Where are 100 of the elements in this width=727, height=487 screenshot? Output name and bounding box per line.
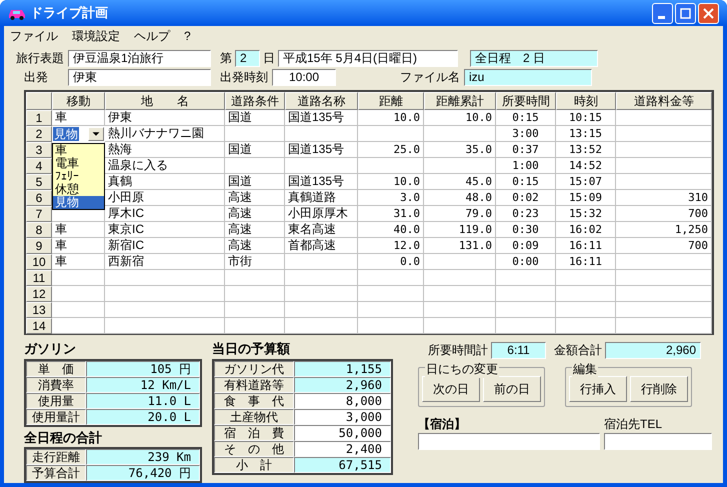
- table-cell: [225, 286, 285, 302]
- column-header[interactable]: 道路料金等: [616, 92, 712, 110]
- menu-item[interactable]: 環境設定: [72, 27, 120, 45]
- row-label: 小 計: [214, 456, 294, 472]
- title-field[interactable]: 伊豆温泉1泊旅行: [68, 50, 211, 66]
- action-button[interactable]: 行挿入: [569, 376, 627, 402]
- table-cell: 0:37: [496, 142, 556, 158]
- row-label: 単 価: [26, 360, 86, 376]
- departure-field[interactable]: 伊東: [68, 68, 211, 86]
- field-label: 日: [263, 50, 275, 67]
- row-value: 20.0 L: [86, 408, 200, 424]
- column-header[interactable]: 移動: [52, 92, 105, 110]
- lodging-tel-field[interactable]: [604, 433, 712, 450]
- row-value: 67,515: [294, 456, 391, 472]
- close-button[interactable]: [698, 2, 719, 24]
- row-number: 9: [26, 238, 52, 254]
- table-cell: 10.0: [358, 174, 424, 190]
- table-cell: [225, 158, 285, 174]
- table-cell: 車: [52, 254, 105, 270]
- row-label: 消費率: [26, 376, 86, 392]
- table-cell: [424, 318, 496, 334]
- maximize-button[interactable]: [675, 2, 696, 24]
- table-cell: 熱川バナナワニ園: [105, 126, 225, 142]
- table-cell: [358, 158, 424, 174]
- table-cell: 79.0: [424, 206, 496, 222]
- duration-total-field[interactable]: 6:11: [491, 342, 546, 358]
- table-cell: 40.0: [358, 222, 424, 238]
- row-label: 食 事 代: [214, 392, 294, 408]
- table-cell: 市街: [225, 254, 285, 270]
- row-label: そ の 他: [214, 440, 294, 456]
- column-header[interactable]: 距離累計: [424, 92, 496, 110]
- table-cell: 国道135号: [285, 142, 358, 158]
- row-number: 11: [26, 270, 52, 286]
- row-value: 3,000: [294, 408, 391, 424]
- table-cell: [424, 270, 496, 286]
- table-cell: 高速: [225, 222, 285, 238]
- row-label: 予算合計: [26, 465, 86, 481]
- amount-total-field[interactable]: 2,960: [605, 342, 701, 358]
- menu-item[interactable]: ファイル: [10, 27, 58, 45]
- table-cell: [225, 318, 285, 334]
- total-days-field[interactable]: 全日程 2 日: [470, 50, 598, 66]
- table-cell: [358, 286, 424, 302]
- table-cell: [496, 302, 556, 318]
- row-value: 76,420 円: [86, 465, 200, 481]
- lodging-field[interactable]: [418, 433, 600, 450]
- table-cell: [358, 318, 424, 334]
- table-cell: 10.0: [424, 110, 496, 126]
- row-number: 4: [26, 158, 52, 174]
- table-cell: [556, 286, 616, 302]
- row-value: 50,000: [294, 424, 391, 440]
- action-button[interactable]: 前の日: [483, 376, 541, 402]
- table-cell: 0:15: [496, 174, 556, 190]
- minimize-button[interactable]: [652, 2, 673, 24]
- action-button[interactable]: 次の日: [422, 376, 480, 402]
- column-header[interactable]: 時刻: [556, 92, 616, 110]
- table-cell: [556, 302, 616, 318]
- table-cell: [496, 286, 556, 302]
- column-header[interactable]: 道路条件: [225, 92, 285, 110]
- table-cell: 16:11: [556, 238, 616, 254]
- table-cell: 16:11: [556, 254, 616, 270]
- date-field[interactable]: 平成15年 5月4日(日曜日): [278, 50, 458, 66]
- dropdown-option[interactable]: 車: [53, 144, 104, 157]
- column-header[interactable]: 道路名称: [285, 92, 358, 110]
- table-cell: [424, 302, 496, 318]
- column-header[interactable]: 所要時間: [496, 92, 556, 110]
- table-cell: 45.0: [424, 174, 496, 190]
- table-cell: 13:52: [556, 142, 616, 158]
- table-cell: [225, 270, 285, 286]
- table-cell: 15:32: [556, 206, 616, 222]
- file-name-field[interactable]: izu: [464, 68, 592, 86]
- menu-item[interactable]: ヘルプ: [134, 27, 170, 45]
- field-label: ファイル名: [400, 69, 460, 86]
- column-header[interactable]: 距離: [358, 92, 424, 110]
- dropdown-option[interactable]: 電車: [53, 157, 104, 170]
- table-cell: 真鶴道路: [285, 190, 358, 206]
- table-cell: 310: [616, 190, 712, 206]
- dropdown-option[interactable]: 休憩: [53, 183, 104, 196]
- table-cell: 13:15: [556, 126, 616, 142]
- move-combo[interactable]: 見物: [52, 126, 105, 142]
- table-cell: 国道135号: [285, 174, 358, 190]
- dropdown-option[interactable]: 見物: [53, 196, 104, 209]
- action-button[interactable]: 行削除: [630, 376, 688, 402]
- table-cell: 15:09: [556, 190, 616, 206]
- day-field[interactable]: 2: [235, 50, 260, 66]
- table-cell: [556, 318, 616, 334]
- row-label: 有料道路等: [214, 376, 294, 392]
- table-cell: 国道135号: [285, 110, 358, 126]
- table-cell: [52, 318, 105, 334]
- row-label: 宿 泊 費: [214, 424, 294, 440]
- table-cell: 700: [616, 206, 712, 222]
- dropdown-option[interactable]: ﾌｪﾘｰ: [53, 170, 104, 183]
- field-label: 第: [220, 50, 232, 67]
- departure-time-field[interactable]: 10:00: [272, 68, 336, 86]
- column-header[interactable]: 地 名: [105, 92, 225, 110]
- table-cell: 真鶴: [105, 174, 225, 190]
- menu-item[interactable]: ?: [184, 27, 191, 45]
- section-title: 当日の予算額: [212, 340, 291, 358]
- row-value: 2,400: [294, 440, 391, 456]
- table-cell: 131.0: [424, 238, 496, 254]
- row-value: 11.0 L: [86, 392, 200, 408]
